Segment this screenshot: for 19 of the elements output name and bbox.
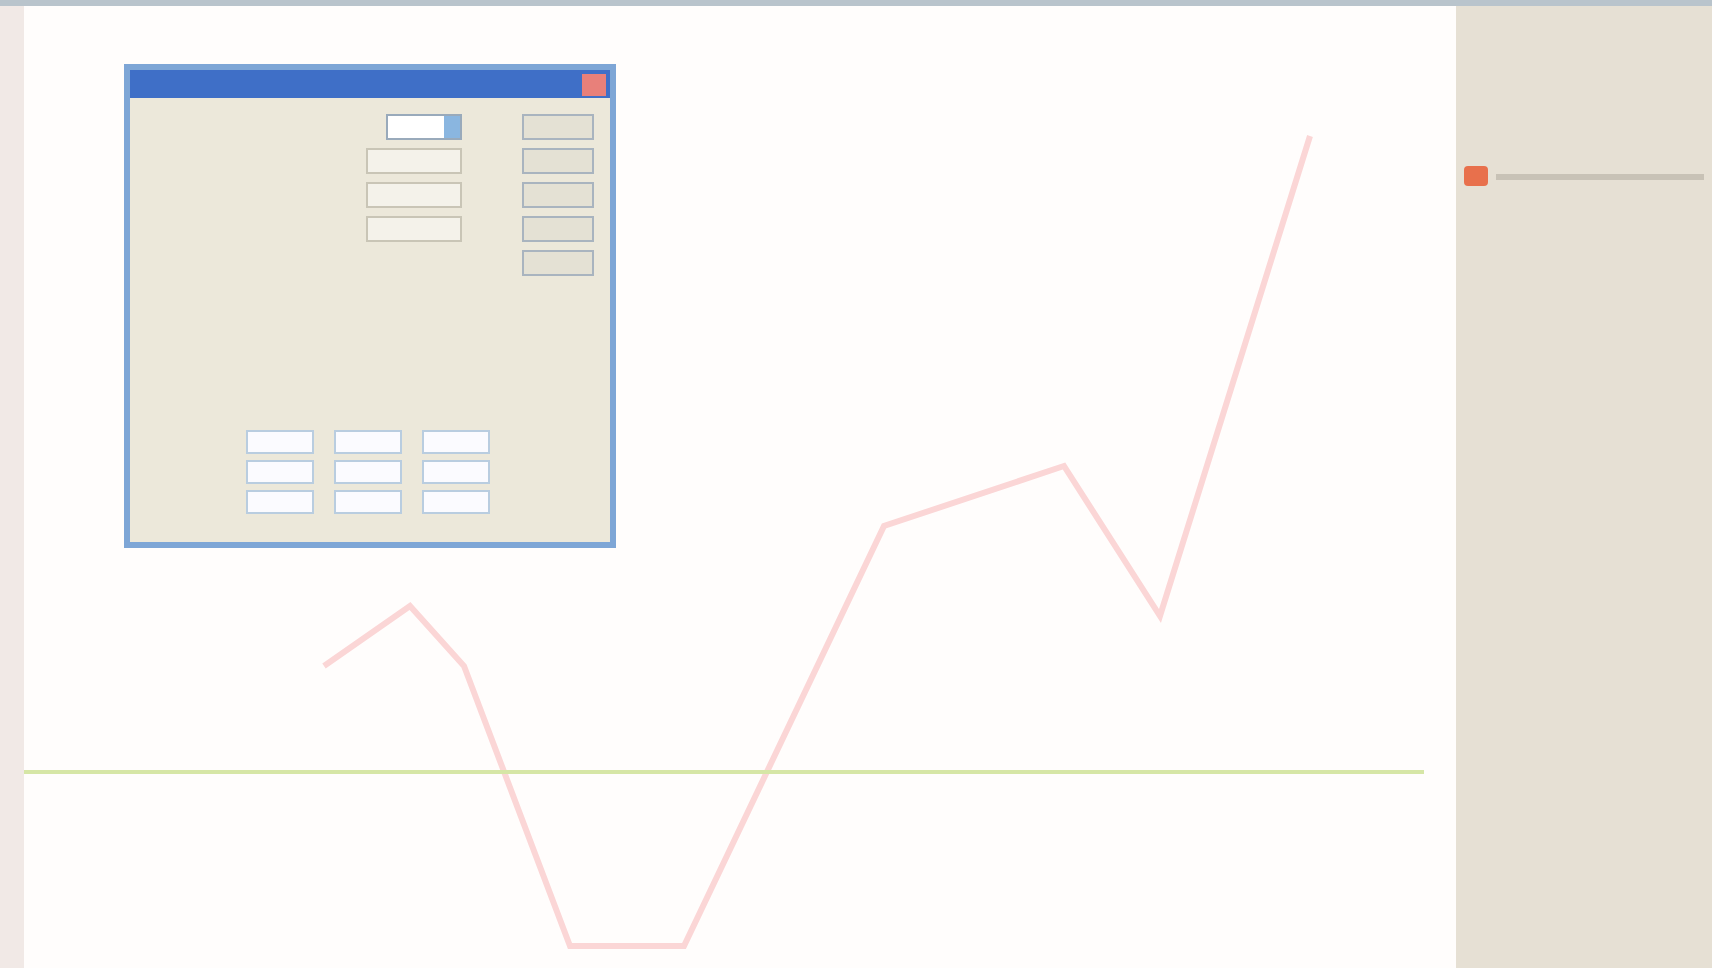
dialog-button[interactable] <box>522 216 594 242</box>
close-button[interactable] <box>582 73 606 95</box>
input-field[interactable] <box>422 430 490 454</box>
dialog-button[interactable] <box>522 114 594 140</box>
dropdown[interactable] <box>386 114 462 140</box>
input-field[interactable] <box>366 182 462 208</box>
input-field[interactable] <box>366 148 462 174</box>
dialog-button[interactable] <box>522 182 594 208</box>
input-field[interactable] <box>334 430 402 454</box>
input-field[interactable] <box>246 460 314 484</box>
dialog-button[interactable] <box>522 148 594 174</box>
input-field[interactable] <box>246 490 314 514</box>
input-field[interactable] <box>366 216 462 242</box>
input-field[interactable] <box>422 490 490 514</box>
input-field[interactable] <box>246 430 314 454</box>
input-field[interactable] <box>334 460 402 484</box>
input-field[interactable] <box>334 490 402 514</box>
input-field[interactable] <box>422 460 490 484</box>
dialog-button[interactable] <box>522 250 594 276</box>
